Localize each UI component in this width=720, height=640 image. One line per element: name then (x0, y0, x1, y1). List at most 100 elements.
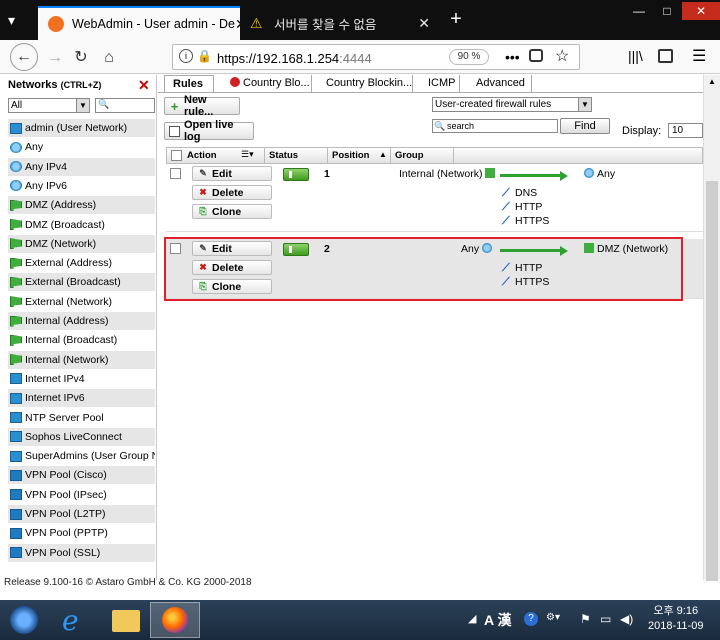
sort-icon[interactable]: ▲ (379, 150, 387, 159)
rule-service[interactable]: ⟋ HTTPS (502, 215, 549, 227)
rule-source[interactable]: Internal (Network) (399, 168, 496, 180)
forward-icon[interactable]: → (44, 47, 66, 69)
navigation-bar: ← → ↻ ⌂ i 🔒 https://192.168.1.254:4444 9… (0, 40, 720, 74)
open-live-log-button[interactable]: Open live log (164, 119, 254, 143)
network-item[interactable]: VPN Pool (L2TP) (8, 505, 155, 523)
column-action[interactable]: Action (187, 150, 217, 161)
sidebar-icon[interactable] (658, 49, 673, 63)
network-tray-icon[interactable]: ▭ (600, 612, 611, 626)
network-item[interactable]: Sophos LiveConnect (8, 427, 155, 446)
page-actions-icon[interactable]: ••• (505, 49, 520, 65)
volume-icon[interactable]: ◀) (620, 612, 633, 626)
clone-button[interactable]: ⎘ Clone (192, 204, 272, 219)
network-item[interactable]: Internet IPv4 (8, 369, 155, 388)
network-item[interactable]: DMZ (Network) (8, 234, 155, 253)
close-networks-icon[interactable]: ✕ (138, 77, 150, 94)
ime-tools-icon[interactable]: ⚙▾ (546, 612, 560, 623)
clock[interactable]: 오후 9:16 2018-11-09 (648, 604, 703, 634)
page-scrollbar[interactable]: ▲ (703, 75, 720, 581)
firefox-menu-icon[interactable]: ▾ (8, 12, 28, 28)
delete-button[interactable]: ✖ Delete (192, 185, 272, 200)
network-item[interactable]: admin (User Network) (8, 119, 155, 137)
content-tabs: Rules Country Blo... Country Blockin... … (158, 75, 703, 93)
new-rule-button[interactable]: + New rule... (164, 94, 240, 118)
networks-search-input[interactable]: 🔍 (95, 98, 155, 113)
tab-country-blocking-exceptions[interactable]: Country Blockin... (318, 75, 413, 92)
scroll-thumb[interactable] (706, 181, 718, 581)
tab-advanced[interactable]: Advanced (468, 75, 532, 92)
url-bar[interactable]: i 🔒 https://192.168.1.254:4444 90 % ••• … (172, 44, 580, 70)
column-status[interactable]: Status (269, 150, 298, 161)
tab-country-blocking[interactable]: Country Blo... (222, 75, 312, 92)
minimize-icon[interactable]: — (626, 2, 652, 20)
taskbar-explorer[interactable] (100, 602, 150, 638)
network-item[interactable]: Any IPv4 (8, 157, 155, 176)
service-icon: ⟋ (502, 187, 510, 199)
find-button[interactable]: Find (560, 118, 610, 134)
taskbar-firefox[interactable] (150, 602, 200, 638)
start-button[interactable] (2, 602, 46, 638)
rule-checkbox[interactable] (170, 168, 181, 179)
pocket-icon[interactable] (529, 49, 543, 62)
tab-webadmin[interactable]: WebAdmin - User admin - De ✕ (38, 6, 240, 40)
tab-server-not-found[interactable]: ⚠ 서버를 찾을 수 없음 ✕ (240, 6, 440, 40)
network-item[interactable]: Internal (Address) (8, 312, 155, 330)
network-item[interactable]: External (Broadcast) (8, 273, 155, 292)
help-icon[interactable]: ? (524, 612, 538, 626)
network-item[interactable]: External (Network) (8, 292, 155, 311)
tab-close-icon[interactable]: ✕ (418, 15, 430, 32)
network-item[interactable]: VPN Pool (Cisco) (8, 466, 155, 485)
display-count-select[interactable]: 10 (668, 123, 703, 138)
network-item-label: DMZ (Broadcast) (25, 218, 105, 231)
bookmark-star-icon[interactable]: ☆ (555, 46, 569, 66)
network-item[interactable]: Any (8, 138, 155, 157)
network-item[interactable]: Internet IPv6 (8, 389, 155, 408)
reload-icon[interactable]: ↻ (70, 47, 92, 69)
edit-button[interactable]: ✎ Edit (192, 166, 272, 181)
column-group[interactable]: Group (395, 150, 424, 161)
zoom-level[interactable]: 90 % (449, 49, 489, 65)
flag-icon (10, 276, 22, 288)
rule-service[interactable]: ⟋ HTTP (502, 201, 542, 213)
scroll-up-icon[interactable]: ▲ (708, 77, 716, 86)
globe-icon (584, 168, 594, 178)
flag-icon[interactable]: ⚑ (580, 612, 591, 626)
library-icon[interactable]: |||\ (628, 48, 643, 64)
network-item[interactable]: Internal (Network) (8, 350, 155, 369)
window-close-icon[interactable]: ✕ (682, 2, 720, 20)
ime-indicator[interactable]: A 漢 (484, 610, 511, 630)
menu-icon[interactable]: ☰ (692, 46, 706, 66)
network-item[interactable]: Any IPv6 (8, 176, 155, 195)
new-tab-icon[interactable]: + (444, 8, 468, 31)
tab-icmp[interactable]: ICMP (420, 75, 460, 92)
column-menu-icon[interactable]: ☰▾ (241, 149, 254, 160)
network-item[interactable]: VPN Pool (IPsec) (8, 485, 155, 504)
back-icon[interactable]: ← (10, 43, 38, 71)
network-item[interactable]: External (Address) (8, 254, 155, 273)
show-hidden-icons-icon[interactable]: ◢ (468, 612, 476, 625)
rule-enabled-toggle[interactable] (283, 168, 309, 181)
network-item[interactable]: DMZ (Address) (8, 196, 155, 215)
rules-search-input[interactable]: 🔍 search (432, 119, 558, 133)
network-item[interactable]: DMZ (Broadcast) (8, 215, 155, 234)
network-item[interactable]: SuperAdmins (User Group Ne (8, 447, 155, 466)
rules-view-select[interactable]: User-created firewall rules ▼ (432, 97, 592, 112)
network-item[interactable]: VPN Pool (PPTP) (8, 524, 155, 543)
home-icon[interactable]: ⌂ (98, 47, 120, 69)
network-item[interactable]: Internal (Broadcast) (8, 331, 155, 350)
network-item[interactable]: VPN Pool (SSL) (8, 543, 155, 562)
select-all-checkbox[interactable] (171, 150, 182, 161)
network-item[interactable]: NTP Server Pool (8, 408, 155, 427)
rule-service[interactable]: ⟋ DNS (502, 187, 537, 199)
maximize-icon[interactable]: □ (654, 2, 680, 20)
info-icon[interactable]: i (179, 49, 193, 63)
firewall-content: Rules Country Blo... Country Blockin... … (4, 75, 703, 588)
tab-rules[interactable]: Rules (164, 75, 214, 92)
rule-destination[interactable]: Any (584, 168, 615, 180)
networks-filter-select[interactable]: All ▼ (8, 98, 90, 113)
lock-warning-icon[interactable]: 🔒 (197, 49, 212, 63)
column-position[interactable]: Position (332, 150, 369, 161)
network-icon (10, 122, 22, 134)
taskbar-ie[interactable]: e (50, 602, 100, 638)
service-icon: ⟋ (502, 201, 510, 213)
